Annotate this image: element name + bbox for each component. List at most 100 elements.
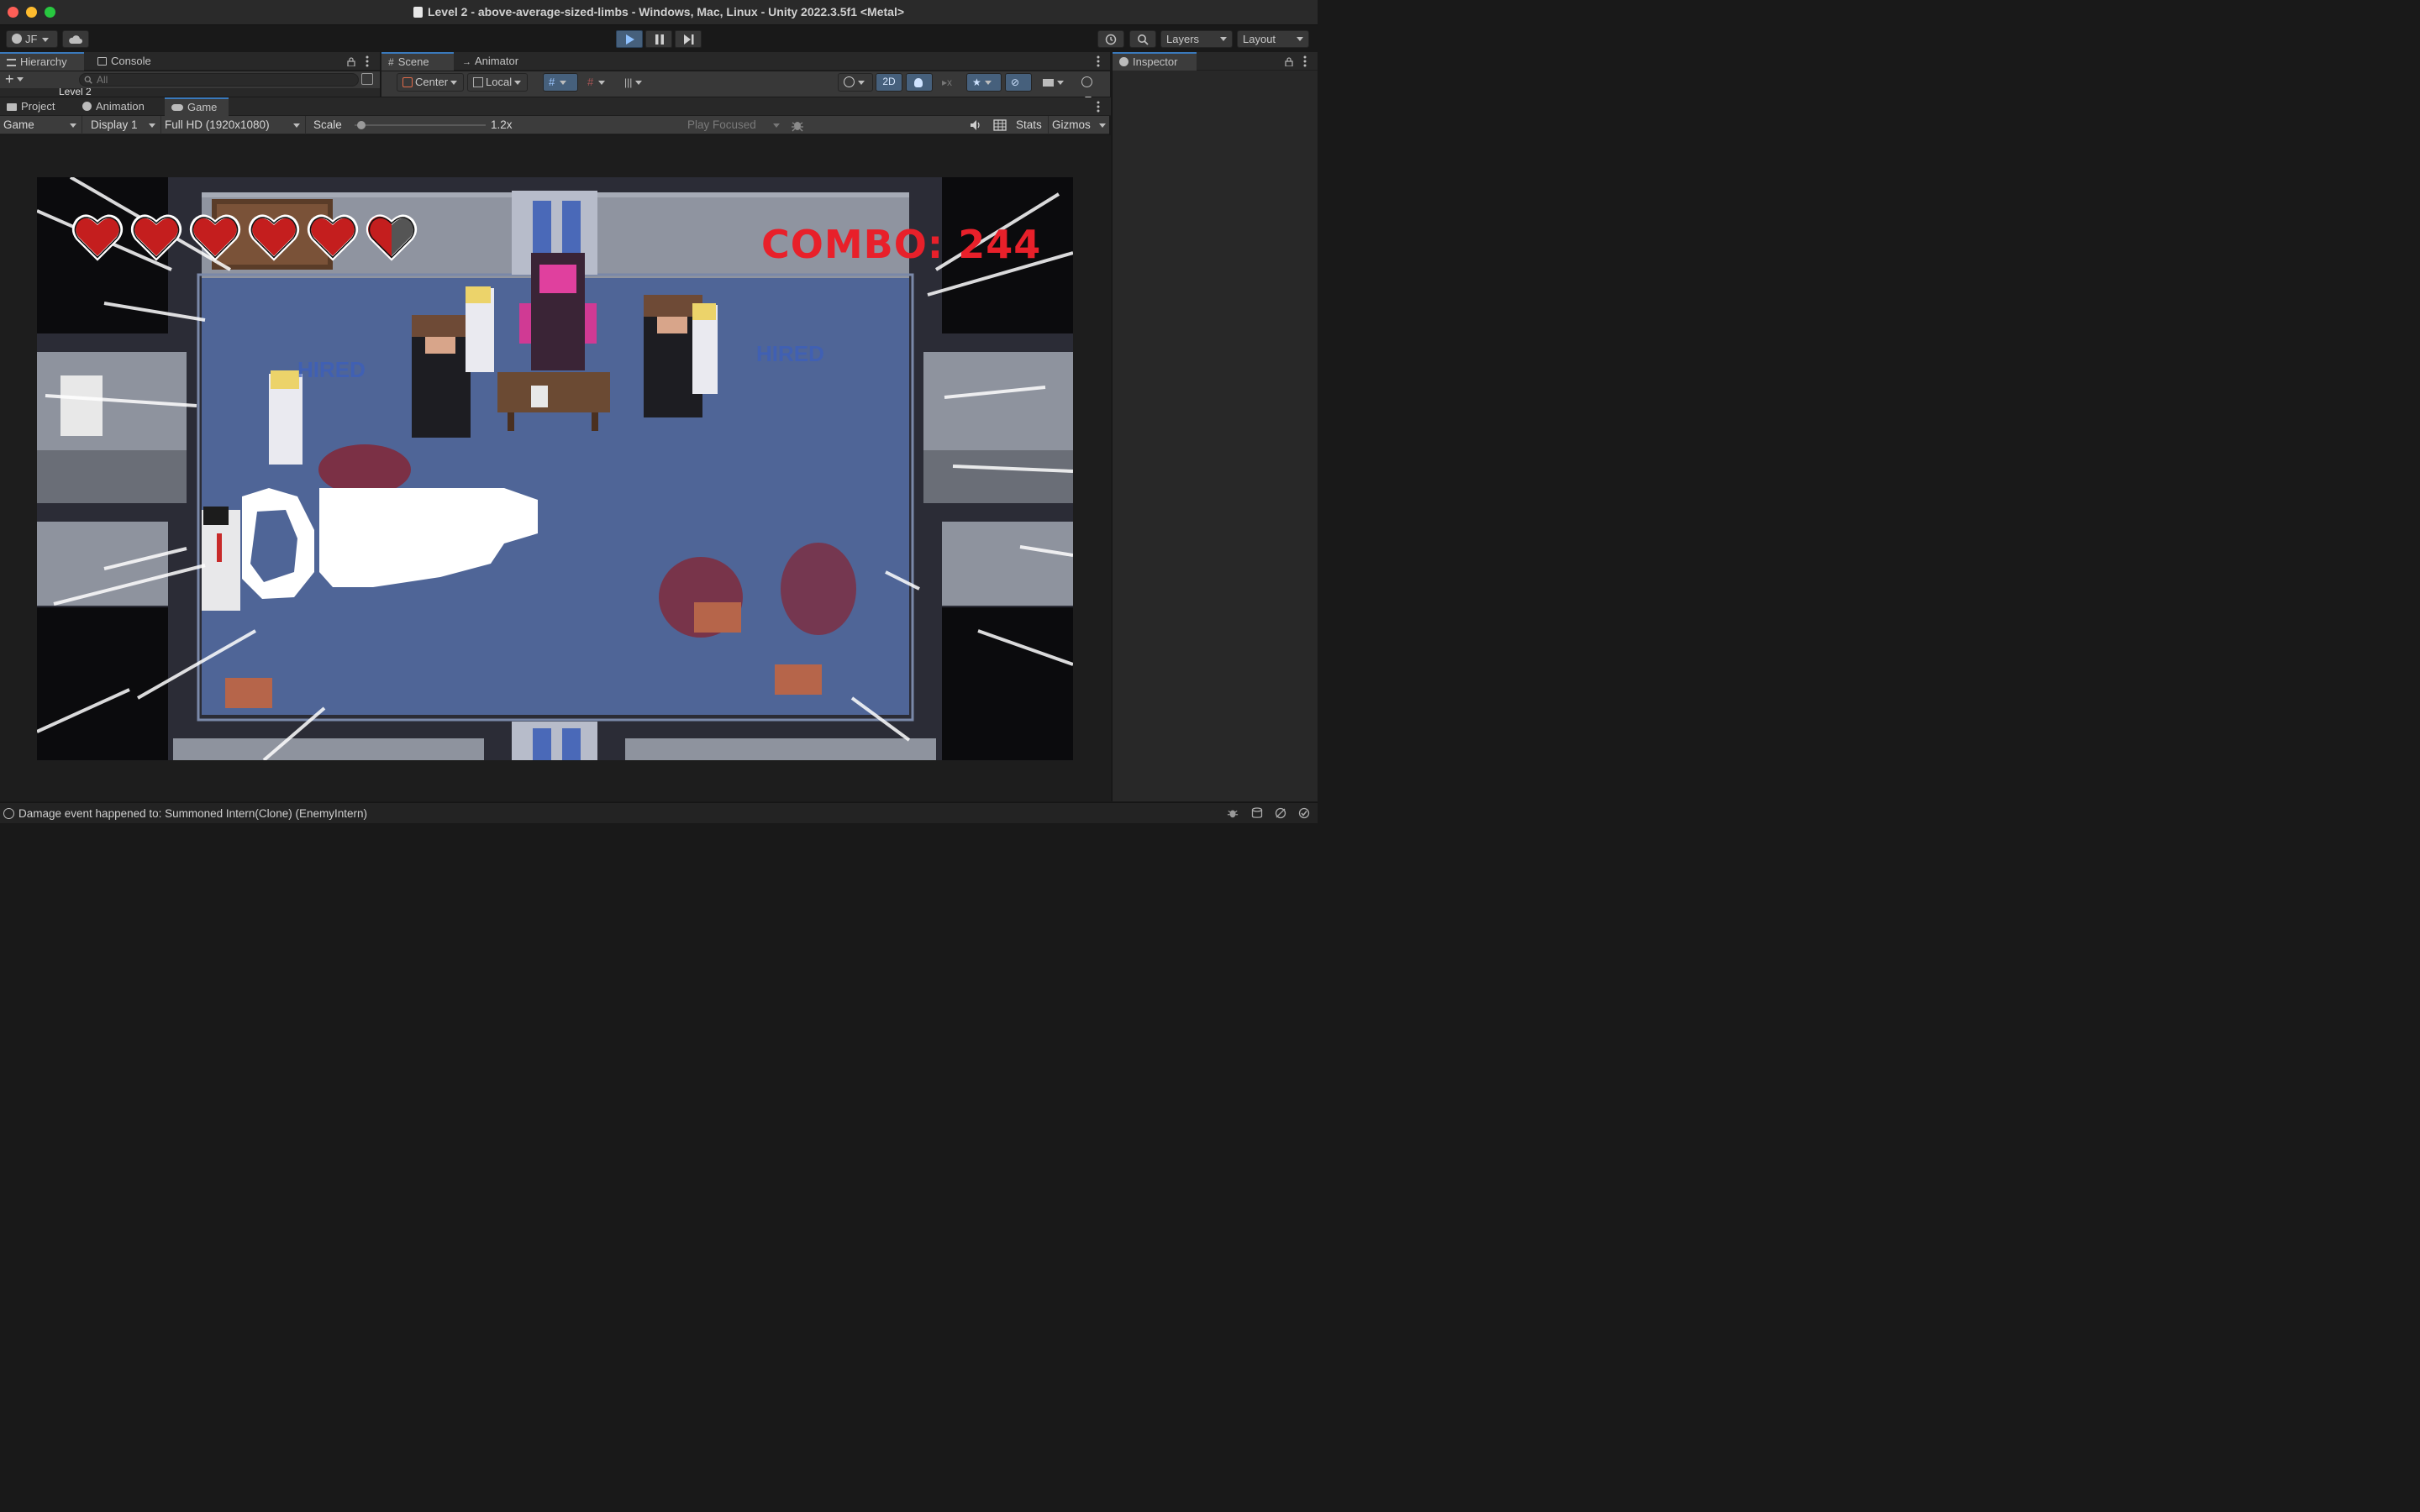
animator-icon: →: [462, 57, 471, 67]
tab-project[interactable]: Project: [0, 97, 69, 116]
effects-icon: ★: [972, 76, 981, 88]
2d-mode-label: 2D: [882, 76, 896, 87]
audio-toggle[interactable]: ▸x: [936, 73, 963, 92]
gizmos-dropdown[interactable]: Gizmos: [1048, 116, 1109, 134]
play-focused-label: Play Focused: [687, 118, 756, 131]
list-icon: [7, 59, 16, 66]
game-viewport[interactable]: COMBO: 244 HIRED HIRED: [37, 177, 1073, 760]
add-object-button[interactable]: +: [5, 71, 29, 87]
pivot-center-dropdown[interactable]: Center: [397, 73, 464, 92]
pause-icon: [655, 34, 664, 45]
layout-dropdown[interactable]: Layout: [1237, 30, 1309, 48]
hierarchy-search-input[interactable]: All: [79, 73, 359, 87]
cloud-button[interactable]: [62, 30, 89, 48]
info-icon: [1119, 57, 1128, 66]
play-focused-dropdown[interactable]: Play Focused: [684, 116, 785, 134]
effects-dropdown[interactable]: ★: [966, 73, 1002, 92]
view-mode-dropdown[interactable]: Game: [0, 116, 82, 134]
scale-slider-handle[interactable]: [357, 121, 366, 129]
increment-snap-toggle[interactable]: |||: [618, 73, 652, 92]
tab-animator[interactable]: → Animator: [455, 52, 531, 71]
unity-document-icon: [413, 7, 423, 18]
bug-icon[interactable]: [791, 118, 804, 132]
info-icon: [3, 808, 14, 819]
undo-history-button[interactable]: [1097, 30, 1124, 48]
pivot-label: Center: [415, 76, 449, 88]
draw-mode-dropdown[interactable]: [838, 73, 873, 92]
window-title: Level 2 - above-average-sized-limbs - Wi…: [0, 5, 1318, 18]
stats-button[interactable]: Stats: [1016, 116, 1042, 134]
eye-off-icon: ⊘: [1011, 76, 1020, 88]
layout-label: Layout: [1243, 33, 1276, 45]
tab-animation[interactable]: Animation: [76, 97, 160, 116]
display-dropdown[interactable]: Display 1: [87, 116, 161, 134]
heart-full-icon: [71, 211, 124, 261]
panel-menu-icon[interactable]: [1097, 101, 1100, 113]
tab-inspector[interactable]: Inspector: [1113, 52, 1197, 71]
health-hearts: [71, 211, 432, 261]
account-icon: [12, 34, 22, 44]
hired-popup-left: HIRED: [297, 357, 366, 382]
layers-label: Layers: [1166, 33, 1200, 45]
panel-menu-icon[interactable]: [366, 55, 369, 67]
grid-layout-icon[interactable]: [993, 119, 1007, 131]
inspector-tabs: Inspector: [1113, 52, 1318, 71]
lock-icon[interactable]: [347, 56, 355, 67]
grid-visibility-toggle[interactable]: #: [581, 73, 615, 92]
space-local-dropdown[interactable]: Local: [467, 73, 528, 92]
pause-button[interactable]: [645, 30, 672, 48]
panel-menu-icon[interactable]: [1097, 55, 1100, 67]
hidden-objects-toggle[interactable]: ⊘: [1005, 73, 1032, 92]
lock-icon[interactable]: [1285, 56, 1293, 67]
tab-hierarchy-label: Hierarchy: [20, 55, 67, 68]
status-bar: Damage event happened to: Summoned Inter…: [0, 802, 1318, 823]
search-placeholder: All: [97, 74, 108, 86]
grid-snap-toggle[interactable]: #: [543, 73, 578, 92]
shading-icon: [844, 76, 855, 87]
search-icon: [84, 76, 92, 84]
scene-search-toggle[interactable]: [361, 73, 373, 85]
network-icon[interactable]: [1275, 807, 1286, 819]
ruler-icon: |||: [624, 76, 633, 88]
step-icon: [684, 34, 694, 45]
scale-value: 1.2x: [491, 118, 513, 131]
debug-icon[interactable]: [1227, 807, 1239, 819]
panel-menu-icon[interactable]: [1303, 55, 1307, 67]
cache-icon[interactable]: [1251, 807, 1263, 819]
lighting-toggle[interactable]: [906, 73, 933, 92]
grid-snap-icon: #: [549, 76, 555, 88]
tab-console[interactable]: Console: [91, 52, 166, 71]
heart-full-icon: [247, 211, 301, 261]
checkmark-icon[interactable]: [1298, 807, 1310, 819]
pivot-icon: [402, 77, 413, 87]
hierarchy-list: Level 2: [0, 88, 380, 97]
account-dropdown[interactable]: JF: [6, 30, 58, 48]
tab-scene[interactable]: # Scene: [381, 52, 454, 71]
tab-hierarchy[interactable]: Hierarchy: [0, 52, 84, 71]
account-label: JF: [25, 33, 38, 45]
layers-dropdown[interactable]: Layers: [1160, 30, 1233, 48]
hierarchy-toolbar: + All: [0, 71, 380, 88]
step-button[interactable]: [675, 30, 702, 48]
game-panel-tabs: Project Animation Game: [0, 97, 1111, 116]
folder-icon: [7, 103, 17, 111]
audio-mute-icon[interactable]: [970, 119, 983, 131]
scale-slider-track[interactable]: [355, 121, 486, 129]
console-icon: [97, 57, 107, 66]
cloud-icon: [69, 35, 82, 44]
grid-icon: #: [388, 56, 394, 68]
play-button[interactable]: [616, 30, 643, 48]
search-button[interactable]: [1129, 30, 1156, 48]
grid-visibility-icon: #: [587, 76, 594, 88]
2d-mode-toggle[interactable]: 2D: [876, 73, 902, 92]
gizmos-scene-dropdown[interactable]: [1076, 73, 1107, 102]
gamepad-icon: [171, 104, 183, 111]
cube-icon: [473, 77, 483, 87]
hierarchy-item-level2[interactable]: Level 2: [44, 88, 92, 97]
resolution-dropdown[interactable]: Full HD (1920x1080): [161, 116, 306, 134]
status-message[interactable]: Damage event happened to: Summoned Inter…: [18, 807, 367, 820]
tab-scene-label: Scene: [397, 55, 429, 68]
camera-dropdown[interactable]: [1037, 73, 1072, 92]
gizmos-label: Gizmos: [1052, 118, 1091, 131]
tab-game[interactable]: Game: [165, 97, 229, 116]
